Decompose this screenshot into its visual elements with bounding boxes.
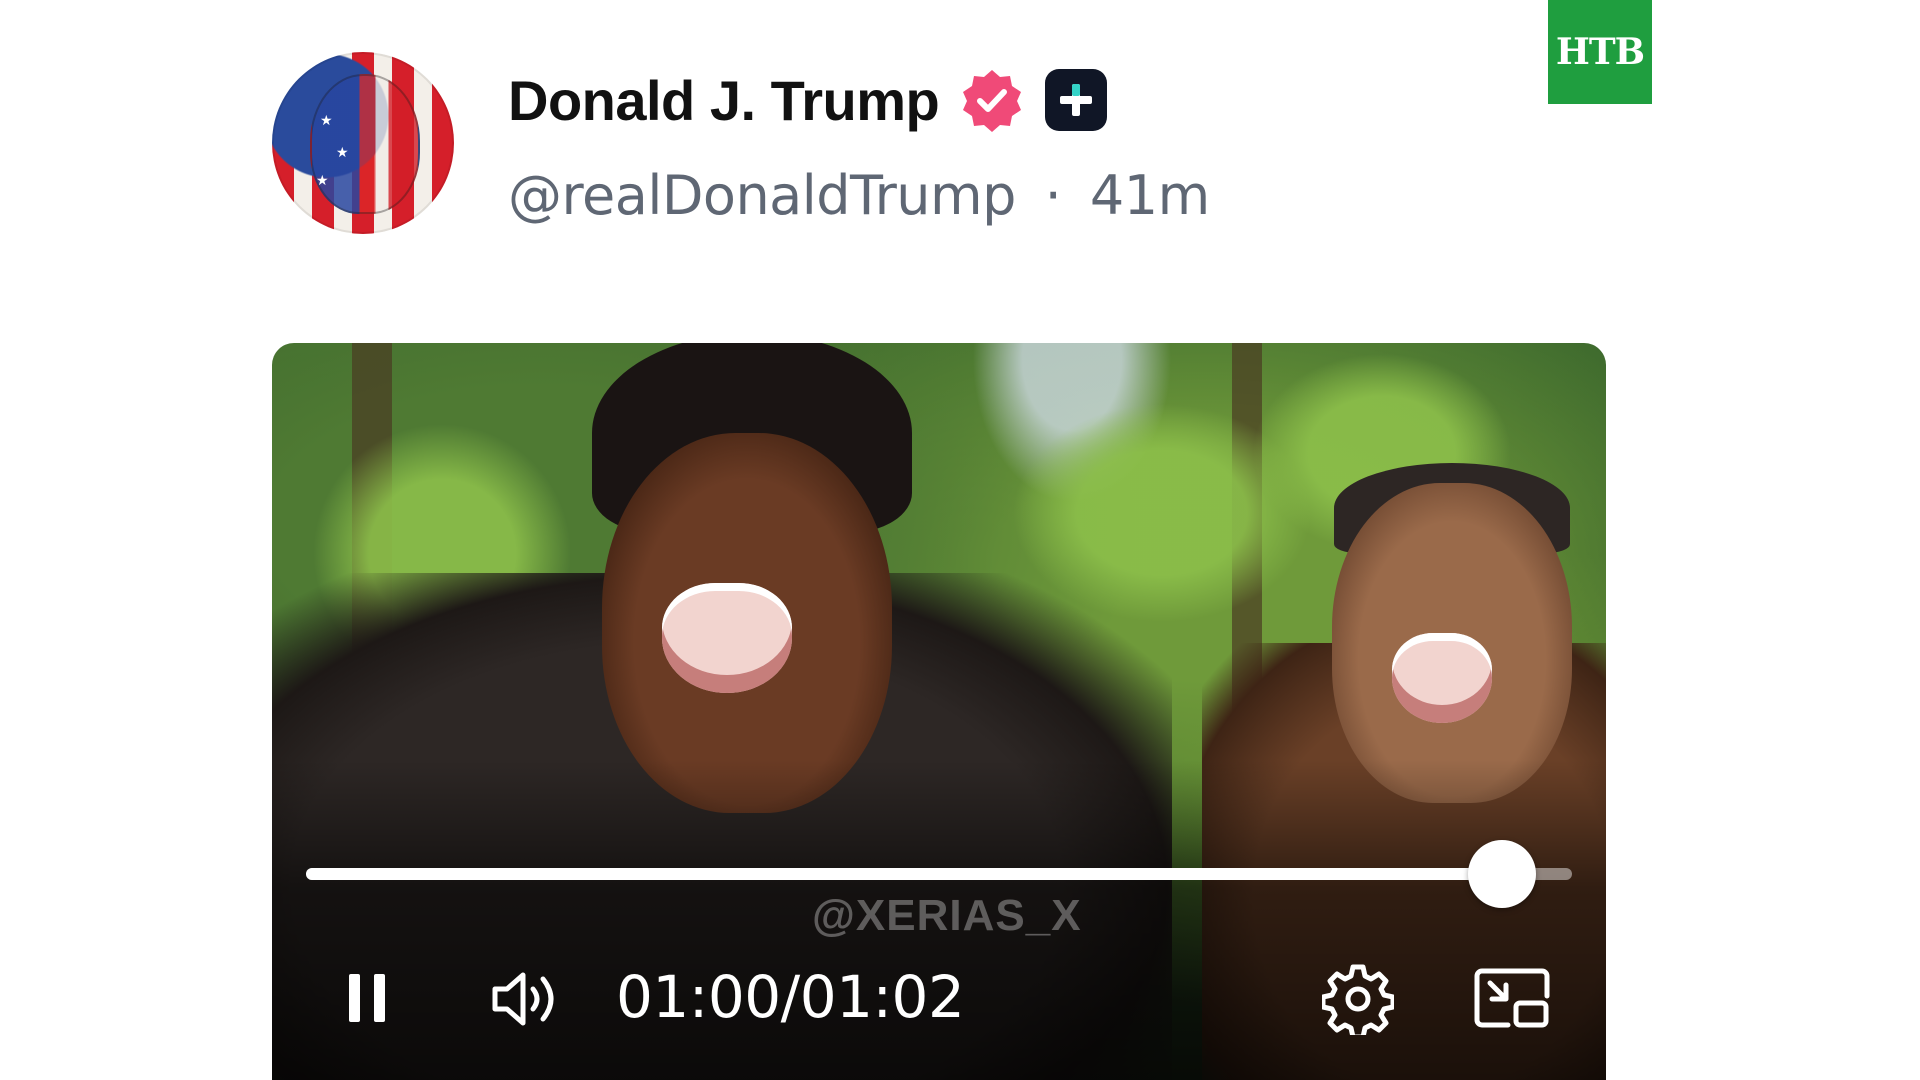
star-icon: ★ — [316, 172, 329, 188]
seek-bar-thumb[interactable] — [1468, 840, 1537, 908]
verified-badge-icon — [959, 67, 1025, 133]
volume-button[interactable] — [482, 961, 568, 1037]
subject-mouth — [1392, 633, 1492, 723]
seek-bar[interactable] — [306, 840, 1572, 908]
author-name-row: Donald J. Trump — [508, 64, 1108, 136]
time-total: 01:02 — [799, 963, 965, 1031]
star-icon: ★ — [320, 112, 333, 128]
gear-icon — [1322, 964, 1394, 1035]
pause-icon — [349, 974, 385, 1022]
video-player[interactable]: @XERIAS_X 01:00/01:02 — [272, 343, 1606, 1080]
seek-bar-progress — [306, 868, 1503, 880]
author-display-name[interactable]: Donald J. Trump — [508, 68, 940, 133]
subject-mouth — [662, 583, 792, 693]
channel-logo-text: НТВ — [1555, 31, 1645, 73]
subject-head — [1332, 483, 1572, 803]
picture-in-picture-button[interactable] — [1472, 963, 1552, 1035]
time-display: 01:00/01:02 — [616, 963, 965, 1031]
picture-in-picture-icon — [1474, 968, 1550, 1028]
avatar[interactable]: ★ ★ ★ — [272, 52, 454, 234]
meta-separator: · — [1044, 164, 1062, 227]
video-watermark: @XERIAS_X — [812, 891, 1082, 940]
author-meta: @realDonaldTrump · 41m — [508, 164, 1210, 227]
time-separator: / — [780, 963, 801, 1031]
avatar-face — [310, 74, 420, 214]
subject-head — [602, 433, 892, 813]
author-handle[interactable]: @realDonaldTrump — [508, 164, 1016, 227]
post-time[interactable]: 41m — [1090, 164, 1210, 227]
settings-button[interactable] — [1318, 959, 1398, 1039]
volume-icon — [492, 972, 554, 1026]
channel-logo: НТВ — [1548, 0, 1652, 104]
plus-badge-icon — [1045, 69, 1108, 131]
star-icon: ★ — [336, 144, 349, 160]
pause-button[interactable] — [332, 963, 402, 1033]
time-current: 01:00 — [616, 963, 781, 1031]
